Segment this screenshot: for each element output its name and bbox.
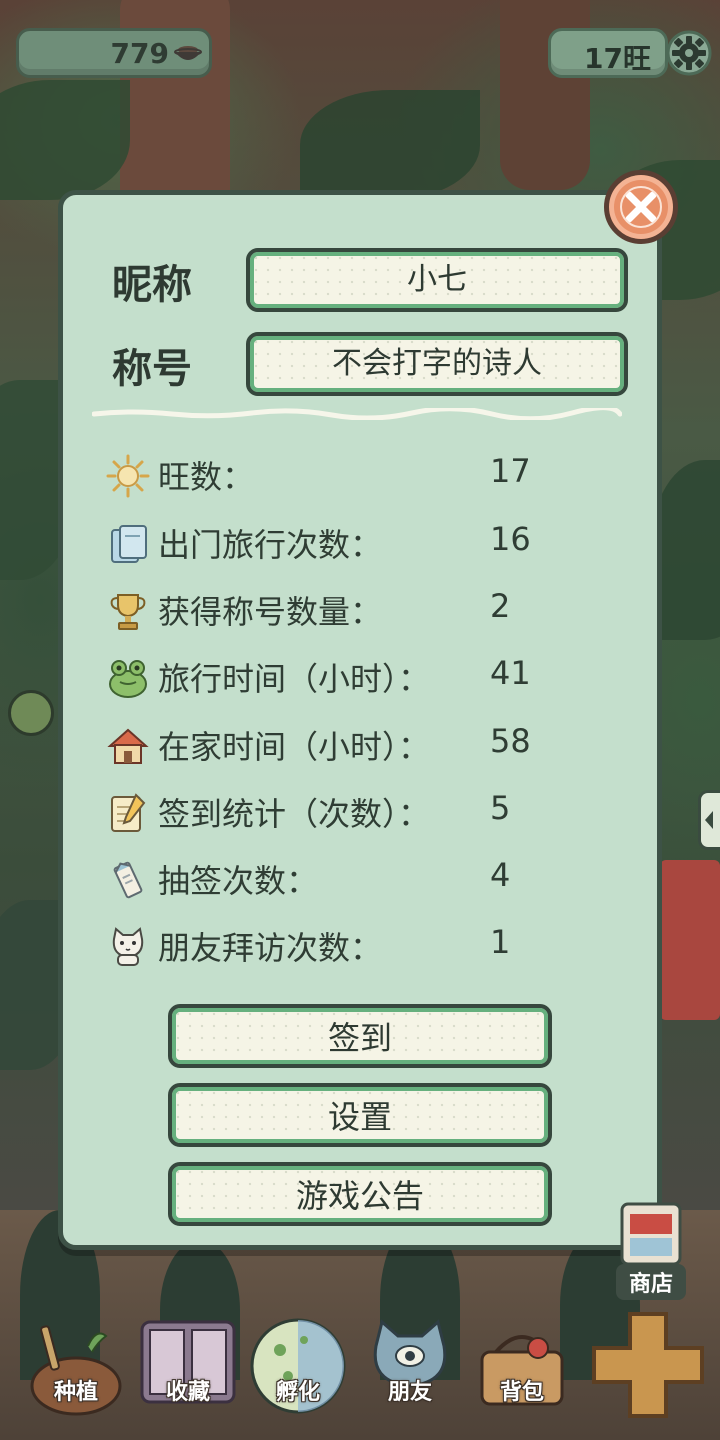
nav-hatch[interactable]: 孵化 bbox=[248, 1316, 348, 1416]
red-cabinet bbox=[660, 860, 720, 1020]
nav-label: 背包 bbox=[499, 1380, 544, 1405]
nickname-label: 昵称 bbox=[112, 262, 192, 308]
stat-row: 旺数： 17 bbox=[106, 450, 606, 500]
stat-value: 16 bbox=[490, 520, 531, 558]
cat-icon bbox=[112, 927, 144, 966]
stat-row: 出门旅行次数： 16 bbox=[106, 518, 606, 568]
leaf bbox=[300, 90, 480, 200]
critter-icon bbox=[8, 690, 54, 736]
announcement-button[interactable]: 游戏公告 bbox=[168, 1162, 552, 1226]
stat-value: 2 bbox=[490, 587, 511, 625]
stat-value: 5 bbox=[490, 789, 511, 827]
stat-row: 签到统计（次数）： 5 bbox=[106, 787, 606, 837]
stat-label: 旅行时间（小时）： bbox=[158, 660, 431, 698]
stat-label: 在家时间（小时）： bbox=[158, 728, 431, 766]
settings-button[interactable]: 设置 bbox=[168, 1083, 552, 1147]
title-field[interactable]: 不会打字的诗人 bbox=[246, 332, 628, 396]
frog-icon bbox=[109, 660, 147, 698]
cross-ornament-icon bbox=[592, 1312, 704, 1418]
wang-count: 17旺 bbox=[584, 42, 651, 75]
postcard-icon bbox=[111, 525, 147, 563]
coin-counter: 779 bbox=[16, 28, 212, 78]
close-icon bbox=[620, 186, 662, 228]
leaf bbox=[0, 80, 130, 200]
nav-label: 收藏 bbox=[165, 1380, 210, 1405]
title-value: 不会打字的诗人 bbox=[332, 346, 542, 381]
title-label: 称号 bbox=[112, 346, 192, 392]
stat-value: 17 bbox=[490, 452, 531, 490]
nav-backpack[interactable]: 背包 bbox=[472, 1316, 572, 1416]
stat-row: 在家时间（小时）： 58 bbox=[106, 720, 606, 770]
stat-label: 抽签次数： bbox=[158, 862, 319, 900]
nav-plant[interactable]: 种植 bbox=[26, 1316, 126, 1416]
stat-value: 58 bbox=[490, 722, 531, 760]
stat-row: 获得称号数量： 2 bbox=[106, 585, 606, 635]
nav-collection[interactable]: 收藏 bbox=[138, 1316, 238, 1416]
nav-label: 孵化 bbox=[275, 1380, 320, 1405]
chevron-left-icon bbox=[705, 811, 713, 829]
stat-label: 签到统计（次数）： bbox=[158, 795, 431, 833]
nickname-field[interactable]: 小七 bbox=[246, 248, 628, 312]
coin-count: 779 bbox=[110, 37, 169, 70]
stat-row: 旅行时间（小时）： 41 bbox=[106, 652, 606, 702]
stat-label: 获得称号数量： bbox=[158, 593, 383, 631]
nav-friends[interactable]: 朋友 bbox=[360, 1316, 460, 1416]
sun-icon bbox=[106, 454, 150, 498]
nav-label: 朋友 bbox=[387, 1380, 432, 1405]
stat-value: 4 bbox=[490, 856, 511, 894]
stat-label: 朋友拜访次数： bbox=[158, 929, 383, 967]
checkin-button[interactable]: 签到 bbox=[168, 1004, 552, 1068]
side-drawer-tab[interactable] bbox=[698, 790, 720, 850]
gear-icon[interactable] bbox=[666, 30, 712, 76]
stat-row: 抽签次数： 4 bbox=[106, 854, 606, 904]
stat-value: 41 bbox=[490, 654, 531, 692]
notepad-icon bbox=[111, 793, 146, 832]
nickname-value: 小七 bbox=[407, 262, 467, 297]
bowl-icon bbox=[174, 46, 202, 60]
divider bbox=[92, 408, 622, 420]
house-icon bbox=[107, 728, 149, 764]
stat-value: 1 bbox=[490, 923, 511, 961]
fortune-slip-icon bbox=[113, 861, 143, 899]
trophy-icon bbox=[110, 594, 146, 630]
stat-row: 朋友拜访次数： 1 bbox=[106, 921, 606, 971]
stat-label: 旺数： bbox=[158, 458, 255, 496]
shop-label[interactable]: 商店 bbox=[616, 1264, 686, 1300]
nav-label: 种植 bbox=[53, 1380, 98, 1405]
stat-label: 出门旅行次数： bbox=[158, 526, 383, 564]
close-button[interactable] bbox=[604, 170, 678, 244]
wang-counter: 17旺 bbox=[548, 28, 668, 78]
